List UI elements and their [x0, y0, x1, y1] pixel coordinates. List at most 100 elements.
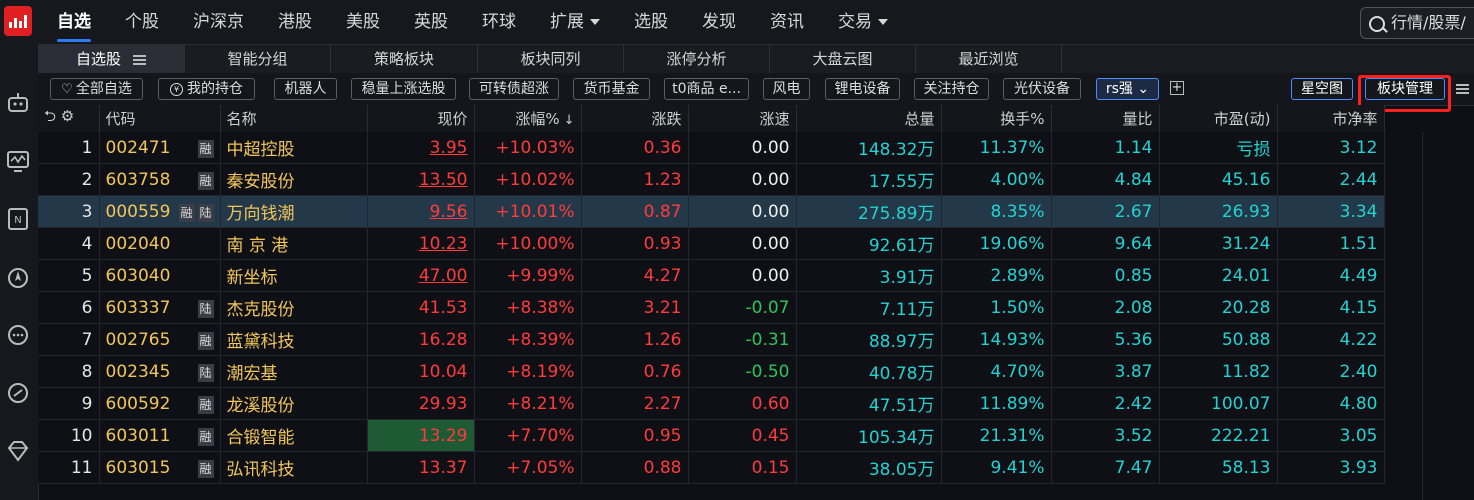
- col-code[interactable]: 代码: [99, 105, 221, 132]
- col-change[interactable]: 涨跌: [581, 105, 689, 132]
- change-pct-cell: +10.00%: [474, 227, 582, 260]
- news-icon[interactable]: N: [5, 206, 31, 232]
- table-row[interactable]: 4 002040 南 京 港 10.23 +10.00% 0.93 0.00 92.61万 19…: [38, 227, 1385, 260]
- table-row[interactable]: 8 002345 陆潮宏基 10.04 +8.19% 0.76 -0.50 40.78万 4.7…: [38, 355, 1385, 388]
- left-sidebar: N: [0, 44, 39, 500]
- table-row[interactable]: 3 000559 融陆万向钱潮 9.56 +10.01% 0.87 0.00 275.89万 8…: [38, 195, 1385, 228]
- nav-item-label: 沪深京: [193, 12, 244, 32]
- tab-5[interactable]: 大盘云图: [770, 45, 916, 73]
- chip-6[interactable]: 锂电设备: [825, 78, 900, 100]
- more-menu-icon[interactable]: [1456, 84, 1469, 94]
- header-controls[interactable]: ⮌ ⚙: [38, 105, 100, 132]
- tab-1[interactable]: 智能分组: [185, 45, 331, 73]
- col-pe[interactable]: 市盈(动): [1159, 105, 1278, 132]
- settings-gear-icon[interactable]: ⚙: [61, 107, 74, 125]
- nav-item-label: 英股: [414, 12, 448, 32]
- compass-icon[interactable]: [5, 264, 31, 290]
- speed-cell: 0.00: [688, 227, 797, 260]
- chip-3[interactable]: 货币基金: [573, 78, 650, 100]
- chip-my-holdings-label: 我的持仓: [187, 81, 243, 97]
- add-group-icon[interactable]: +: [1170, 81, 1184, 95]
- chip-0[interactable]: 机器人: [274, 78, 337, 100]
- nav-item-label: 选股: [634, 12, 668, 32]
- col-pb[interactable]: 市净率: [1277, 105, 1385, 132]
- table-row[interactable]: 11 603015 融弘讯科技 13.37 +7.05% 0.88 0.15 38.05万 9.…: [38, 451, 1385, 484]
- chip-rs-strong[interactable]: rs强 ⌄: [1096, 78, 1159, 100]
- tab-3[interactable]: 板块同列: [478, 45, 624, 73]
- nav-item-7[interactable]: 扩展: [533, 0, 617, 44]
- nav-item-8[interactable]: 选股: [617, 0, 685, 44]
- speed-cell: 0.00: [688, 259, 797, 292]
- chip-2[interactable]: 可转债超涨: [469, 78, 559, 100]
- nav-item-9[interactable]: 发现: [685, 0, 753, 44]
- tag-group: 陆: [195, 362, 214, 382]
- chip-my-holdings[interactable]: ¥ 我的持仓: [158, 78, 255, 100]
- change-cell: 0.76: [581, 355, 689, 388]
- col-volume[interactable]: 总量: [796, 105, 942, 132]
- chat-icon[interactable]: [5, 322, 31, 348]
- menu-icon[interactable]: [133, 54, 146, 65]
- table-row[interactable]: 1 002471 融中超控股 3.95 +10.03% 0.36 0.00 148.32万 11…: [38, 132, 1385, 164]
- pb-cell: 4.80: [1277, 387, 1385, 420]
- chip-all-watch[interactable]: ♡ 全部自选: [50, 78, 143, 100]
- nav-item-4[interactable]: 美股: [329, 0, 397, 44]
- table-row[interactable]: 7 002765 融蓝黛科技 16.28 +8.39% 1.26 -0.31 88.97万 14…: [38, 323, 1385, 356]
- table-row[interactable]: 9 600592 融龙溪股份 29.93 +8.21% 2.27 0.60 47.51万 11.…: [38, 387, 1385, 420]
- vol-ratio-cell: 2.67: [1051, 195, 1160, 228]
- change-pct-cell: +9.99%: [474, 259, 582, 292]
- undo-icon[interactable]: ⮌: [44, 107, 56, 125]
- app-logo-icon[interactable]: [4, 6, 32, 36]
- col-name[interactable]: 名称: [220, 105, 368, 132]
- col-turnover[interactable]: 换手%: [941, 105, 1052, 132]
- link-icon[interactable]: [5, 380, 31, 406]
- vol-ratio-cell: 1.14: [1051, 132, 1160, 164]
- tab-6[interactable]: 最近浏览: [916, 45, 1062, 73]
- tag-badge: 融: [197, 395, 214, 414]
- nav-item-1[interactable]: 个股: [108, 0, 176, 44]
- chip-5[interactable]: 风电: [763, 78, 810, 100]
- nav-item-6[interactable]: 环球: [465, 0, 533, 44]
- turnover-cell: 21.31%: [941, 419, 1052, 452]
- pe-cell: 11.82: [1159, 355, 1278, 388]
- table-row[interactable]: 6 603337 陆杰克股份 41.53 +8.38% 3.21 -0.07 7.11万 1.5…: [38, 291, 1385, 324]
- chip-4[interactable]: t0商品 e...: [664, 78, 749, 100]
- volume-cell: 275.89万: [796, 195, 942, 228]
- code-text: 600592: [105, 393, 171, 414]
- table-row[interactable]: 5 603040 新坐标 47.00 +9.99% 4.27 0.00 3.91万 2.89% 0…: [38, 259, 1385, 292]
- tag-badge: 陆: [197, 363, 214, 382]
- table-row[interactable]: 2 603758 融秦安股份 13.50 +10.02% 1.23 0.00 17.55万 4.…: [38, 163, 1385, 196]
- col-price[interactable]: 现价: [367, 105, 475, 132]
- nav-item-2[interactable]: 沪深京: [176, 0, 261, 44]
- tab-label: 策略板块: [373, 50, 434, 68]
- stock-name: 南 京 港: [220, 227, 368, 260]
- tab-4[interactable]: 涨停分析: [624, 45, 770, 73]
- change-cell: 4.27: [581, 259, 689, 292]
- volume-cell: 17.55万: [796, 163, 942, 196]
- nav-item-0[interactable]: 自选: [40, 0, 108, 44]
- row-index: 6: [38, 291, 100, 324]
- diamond-icon[interactable]: [5, 438, 31, 464]
- nav-item-10[interactable]: 资讯: [753, 0, 821, 44]
- price-cell: 16.28: [367, 323, 475, 356]
- robot-icon[interactable]: [5, 90, 31, 116]
- speed-cell: 0.00: [688, 195, 797, 228]
- col-change-pct[interactable]: 涨幅% ↓: [474, 105, 582, 132]
- chip-7[interactable]: 关注持仓: [914, 78, 989, 100]
- nav-item-11[interactable]: 交易: [821, 0, 905, 44]
- filter-chips-bar: ♡ 全部自选 ¥ 我的持仓 机器人 稳量上涨选股 可转债超涨 货币基金 t0商品 e... 风…: [38, 73, 1474, 106]
- tab-2[interactable]: 策略板块: [331, 45, 478, 73]
- col-vol-ratio[interactable]: 量比: [1051, 105, 1160, 132]
- star-map-button[interactable]: 星空图: [1291, 78, 1353, 100]
- vol-ratio-cell: 3.52: [1051, 419, 1160, 452]
- chip-8[interactable]: 光伏设备: [1003, 78, 1081, 100]
- monitor-chart-icon[interactable]: [5, 148, 31, 174]
- tag-group: 融: [195, 170, 214, 190]
- table-row[interactable]: 10 603011 融合锻智能 13.29 +7.70% 0.95 0.45 105.34万 2…: [38, 419, 1385, 452]
- tag-badge: 融: [178, 203, 195, 222]
- tab-0[interactable]: 自选股: [38, 45, 185, 73]
- nav-item-3[interactable]: 港股: [261, 0, 329, 44]
- col-speed[interactable]: 涨速: [688, 105, 797, 132]
- search-input[interactable]: 行情/股票/: [1360, 7, 1474, 39]
- nav-item-5[interactable]: 英股: [397, 0, 465, 44]
- chip-1[interactable]: 稳量上涨选股: [351, 78, 456, 100]
